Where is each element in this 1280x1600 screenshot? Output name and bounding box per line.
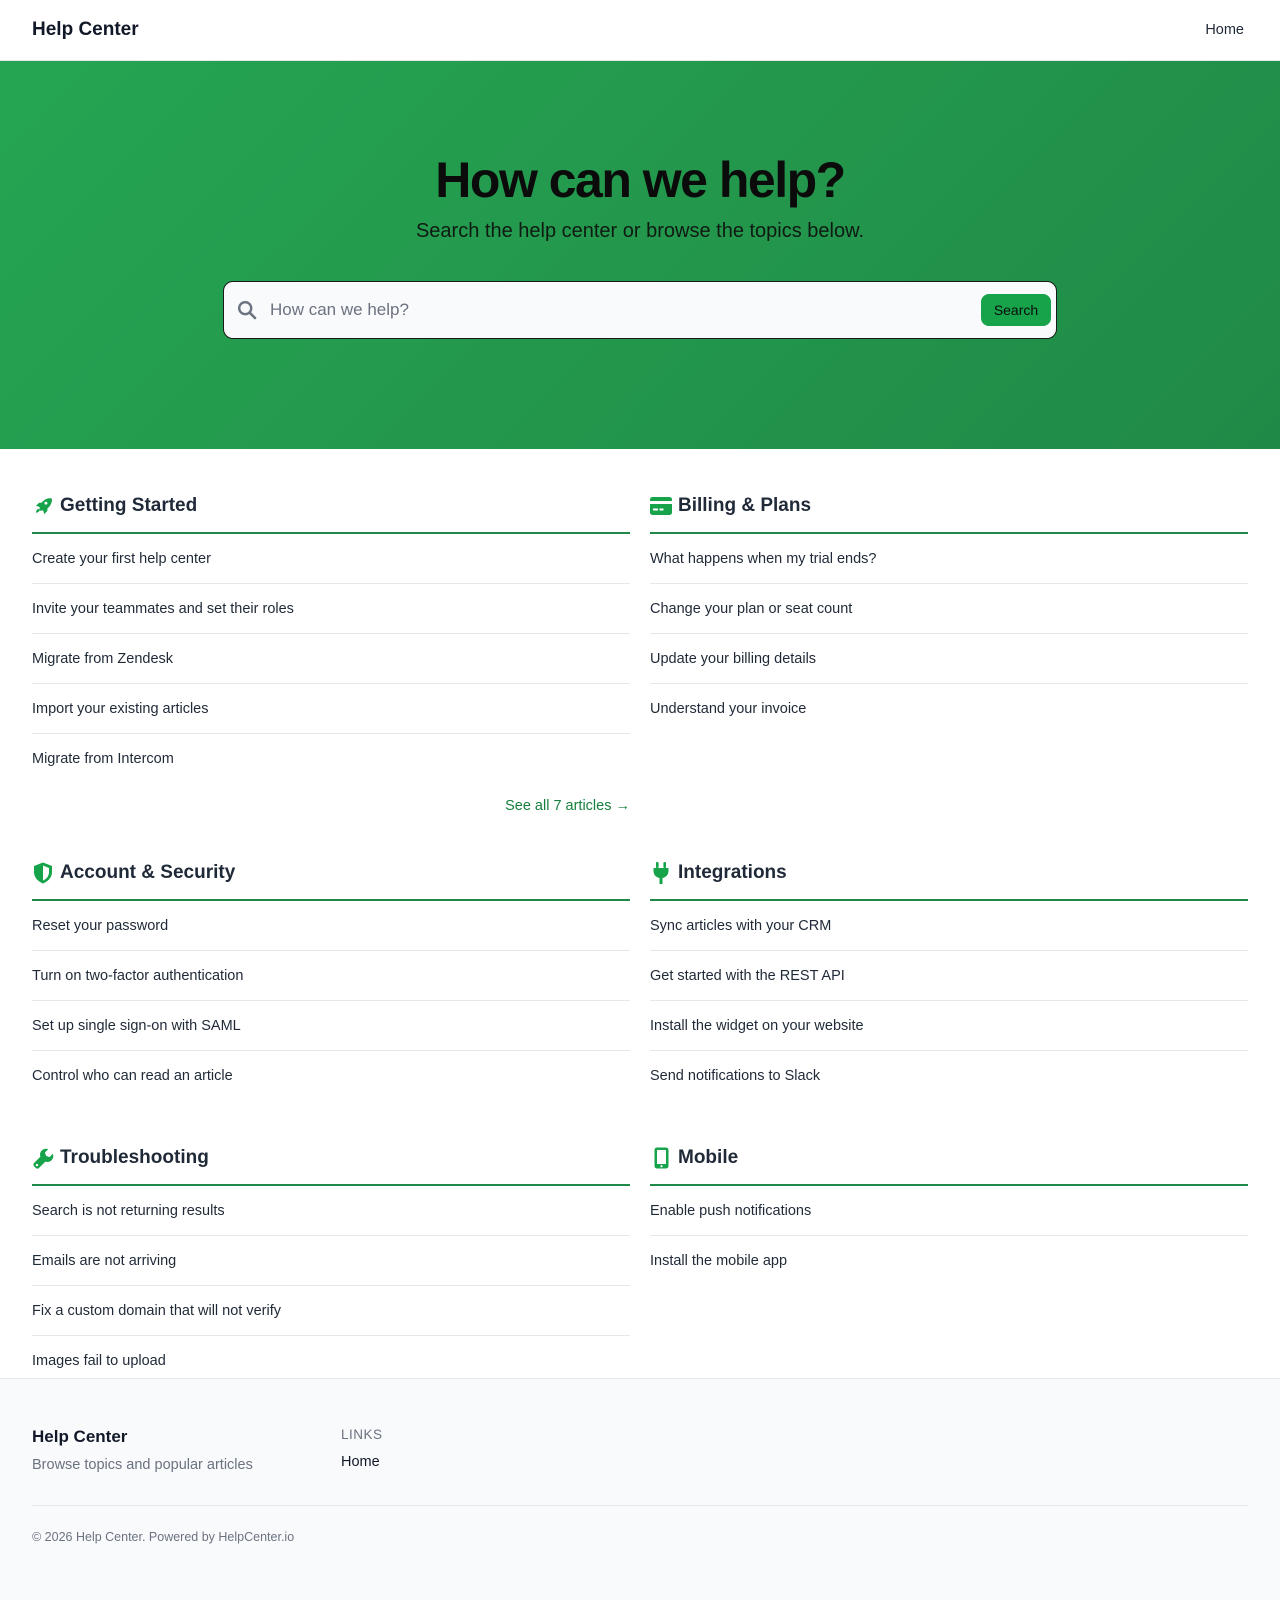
category-billing-plans: Billing & Plans What happens when my tri… (650, 449, 1248, 816)
category-title[interactable]: Billing & Plans (678, 495, 811, 517)
article-link[interactable]: Change your plan or seat count (650, 584, 1248, 634)
article-link[interactable]: Emails are not arriving (32, 1236, 630, 1286)
article-link[interactable]: Set up single sign-on with SAML (32, 1001, 630, 1051)
search-input[interactable] (270, 282, 981, 338)
footer-link-home[interactable]: Home (341, 1454, 383, 1470)
category-title[interactable]: Getting Started (60, 495, 197, 517)
article-link[interactable]: Fix a custom domain that will not verify (32, 1286, 630, 1336)
search-icon (236, 299, 258, 321)
nav-link-home[interactable]: Home (1205, 22, 1244, 38)
category-title[interactable]: Mobile (678, 1147, 738, 1169)
hero-title: How can we help? (435, 152, 846, 208)
article-list: What happens when my trial ends? Change … (650, 534, 1248, 734)
article-link[interactable]: Invite your teammates and set their role… (32, 584, 630, 634)
article-link[interactable]: Get started with the REST API (650, 951, 1248, 1001)
search-bar: Search (223, 281, 1057, 339)
rocket-icon (32, 495, 54, 517)
top-navigation-bar: Help Center Home (0, 0, 1280, 61)
category-header: Troubleshooting (32, 1144, 630, 1172)
hero-banner: How can we help? Search the help center … (0, 61, 1280, 449)
article-link[interactable]: Install the widget on your website (650, 1001, 1248, 1051)
search-button[interactable]: Search (981, 294, 1051, 326)
article-link[interactable]: Enable push notifications (650, 1186, 1248, 1236)
category-troubleshooting: Troubleshooting Search is not returning … (32, 1101, 630, 1386)
article-link[interactable]: Migrate from Intercom (32, 734, 630, 784)
article-link[interactable]: Control who can read an article (32, 1051, 630, 1101)
footer-divider (32, 1505, 1248, 1506)
footer-brand-column: Help Center Browse topics and popular ar… (32, 1427, 341, 1473)
category-title[interactable]: Account & Security (60, 862, 235, 884)
article-link[interactable]: Migrate from Zendesk (32, 634, 630, 684)
article-link[interactable]: Search is not returning results (32, 1186, 630, 1236)
mobile-icon (650, 1147, 672, 1169)
article-link[interactable]: Import your existing articles (32, 684, 630, 734)
article-link[interactable]: Turn on two-factor authentication (32, 951, 630, 1001)
category-title[interactable]: Integrations (678, 862, 787, 884)
article-list: Reset your password Turn on two-factor a… (32, 901, 630, 1101)
wrench-icon (32, 1147, 54, 1169)
see-all-articles-link[interactable]: See all 7 articles → (32, 796, 630, 816)
copyright-text: © 2026 Help Center. Powered by HelpCente… (32, 1530, 295, 1544)
category-mobile: Mobile Enable push notifications Install… (650, 1101, 1248, 1386)
category-grid: Getting Started Create your first help c… (0, 449, 1280, 1386)
category-header: Getting Started (32, 492, 630, 520)
plug-icon (650, 862, 672, 884)
footer-links-heading: LINKS (341, 1427, 383, 1442)
article-link[interactable]: Sync articles with your CRM (650, 901, 1248, 951)
article-link[interactable]: Reset your password (32, 901, 630, 951)
article-link[interactable]: Create your first help center (32, 534, 630, 584)
category-header: Integrations (650, 859, 1248, 887)
category-getting-started: Getting Started Create your first help c… (32, 449, 630, 816)
site-footer: Help Center Browse topics and popular ar… (0, 1378, 1280, 1600)
footer-brand: Help Center (32, 1427, 128, 1446)
footer-columns: Help Center Browse topics and popular ar… (32, 1427, 1248, 1473)
brand-logo-text[interactable]: Help Center (32, 19, 139, 41)
footer-tagline: Browse topics and popular articles (32, 1457, 253, 1473)
article-link[interactable]: Update your billing details (650, 634, 1248, 684)
article-link[interactable]: Install the mobile app (650, 1236, 1248, 1286)
article-list: Enable push notifications Install the mo… (650, 1186, 1248, 1286)
article-list: Sync articles with your CRM Get started … (650, 901, 1248, 1101)
footer-links-column: LINKS Home (341, 1427, 383, 1473)
category-header: Billing & Plans (650, 492, 1248, 520)
hero-subtitle: Search the help center or browse the top… (415, 220, 865, 242)
category-header: Mobile (650, 1144, 1248, 1172)
category-integrations: Integrations Sync articles with your CRM… (650, 816, 1248, 1101)
shield-icon (32, 862, 54, 884)
credit-card-icon (650, 495, 672, 517)
article-list: Search is not returning results Emails a… (32, 1186, 630, 1386)
article-link[interactable]: Understand your invoice (650, 684, 1248, 734)
article-link[interactable]: Send notifications to Slack (650, 1051, 1248, 1101)
category-header: Account & Security (32, 859, 630, 887)
article-list: Create your first help center Invite you… (32, 534, 630, 784)
category-account-security: Account & Security Reset your password T… (32, 816, 630, 1101)
category-title[interactable]: Troubleshooting (60, 1147, 209, 1169)
article-link[interactable]: What happens when my trial ends? (650, 534, 1248, 584)
